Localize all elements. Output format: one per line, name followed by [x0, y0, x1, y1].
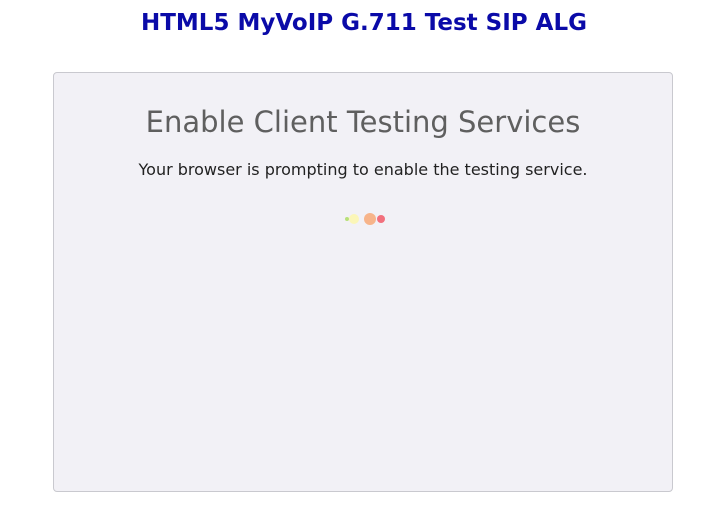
panel-heading: Enable Client Testing Services — [145, 105, 581, 139]
loader-dot-3 — [364, 213, 376, 225]
panel-message: Your browser is prompting to enable the … — [138, 160, 588, 179]
loader-dot-2 — [349, 214, 359, 224]
loading-indicator — [54, 209, 672, 229]
loader-dot-4 — [377, 215, 385, 223]
client-testing-panel: Enable Client Testing Services Your brow… — [53, 72, 673, 492]
page-title: HTML5 MyVoIP G.711 Test SIP ALG — [140, 10, 588, 36]
